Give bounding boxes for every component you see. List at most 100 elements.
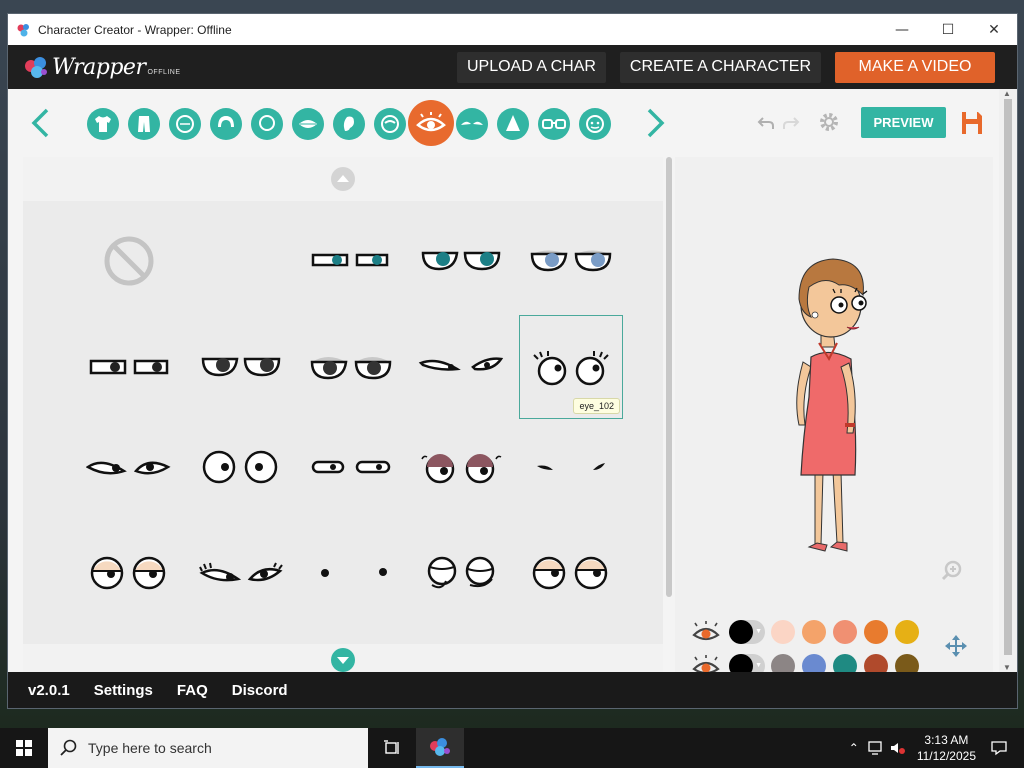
system-clock[interactable]: 3:13 AM 11/12/2025 bbox=[917, 732, 976, 764]
scroll-up-button[interactable] bbox=[331, 167, 355, 191]
faq-link[interactable]: FAQ bbox=[177, 682, 208, 699]
eye-preview-icon bbox=[310, 357, 392, 380]
task-view-icon bbox=[384, 740, 399, 754]
asset-none[interactable] bbox=[77, 209, 181, 313]
task-view-button[interactable] bbox=[368, 728, 416, 768]
notification-icon[interactable] bbox=[988, 737, 1010, 759]
asset-eye-wide[interactable] bbox=[189, 415, 293, 519]
asset-eye-102[interactable]: eye_102 bbox=[519, 315, 623, 419]
asset-eye-slit[interactable] bbox=[299, 415, 403, 519]
redo-icon[interactable] bbox=[782, 113, 800, 131]
asset-eye-spiral[interactable] bbox=[409, 521, 513, 625]
asset-eye-round-teal[interactable] bbox=[409, 209, 513, 313]
asset-panel: eye_102 bbox=[23, 157, 663, 672]
asset-eye-dot[interactable] bbox=[299, 521, 403, 625]
asset-eye-brown-lid[interactable] bbox=[409, 415, 513, 519]
gear-icon[interactable] bbox=[817, 110, 841, 134]
discord-link[interactable]: Discord bbox=[232, 682, 288, 699]
asset-eye-lashes[interactable] bbox=[189, 521, 293, 625]
chevron-left-icon[interactable] bbox=[29, 107, 51, 139]
asset-eye-rect-plain[interactable] bbox=[77, 315, 181, 419]
asset-eye-tiny-marks[interactable] bbox=[519, 415, 623, 519]
scroll-up-arrow-icon[interactable]: ▲ bbox=[1003, 89, 1011, 98]
category-nose[interactable] bbox=[497, 108, 529, 140]
undo-icon[interactable] bbox=[757, 113, 775, 131]
category-mouth[interactable] bbox=[292, 108, 324, 140]
color-swatch[interactable] bbox=[895, 620, 919, 644]
color-picker-dropdown[interactable]: ▼ bbox=[729, 654, 765, 674]
scroll-down-button[interactable] bbox=[331, 648, 355, 672]
upload-char-button[interactable]: UPLOAD A CHAR bbox=[456, 51, 606, 83]
taskbar-search[interactable]: Type here to search bbox=[48, 728, 368, 768]
color-swatch[interactable] bbox=[895, 654, 919, 674]
category-eyes[interactable] bbox=[408, 100, 454, 146]
network-icon[interactable] bbox=[865, 737, 887, 759]
zoom-icon[interactable] bbox=[941, 559, 963, 581]
color-picker-dropdown[interactable]: ▼ bbox=[729, 620, 765, 644]
make-video-button[interactable]: MAKE A VIDEO bbox=[835, 51, 995, 83]
chevron-up-icon[interactable]: ⌃ bbox=[843, 737, 865, 759]
title-bar: Character Creator - Wrapper: Offline — ☐… bbox=[8, 14, 1017, 45]
eye-preview-icon bbox=[533, 351, 609, 386]
color-swatch[interactable] bbox=[833, 620, 857, 644]
color-swatch[interactable] bbox=[802, 620, 826, 644]
color-swatch[interactable] bbox=[771, 654, 795, 674]
character-preview-pane: ▼ ▼ bbox=[675, 157, 993, 674]
save-icon[interactable] bbox=[961, 111, 983, 135]
settings-link[interactable]: Settings bbox=[94, 682, 153, 699]
asset-eye-almond[interactable] bbox=[77, 415, 181, 519]
move-arrows-icon[interactable] bbox=[943, 633, 969, 659]
scroll-top-bar bbox=[23, 157, 663, 201]
create-character-button[interactable]: CREATE A CHARACTER bbox=[619, 51, 821, 83]
asset-eye-round-blue[interactable] bbox=[519, 209, 623, 313]
volume-muted-icon[interactable] bbox=[887, 737, 909, 759]
eye-preview-icon bbox=[89, 359, 169, 375]
eye-color-icon bbox=[692, 621, 720, 641]
eye-icon bbox=[416, 112, 446, 132]
wrapper-logo[interactable]: Wrapper OFFLINE bbox=[24, 54, 181, 80]
wrapper-app-icon bbox=[17, 23, 29, 36]
category-hair[interactable] bbox=[210, 108, 242, 140]
taskbar-app-wrapper[interactable] bbox=[416, 728, 464, 768]
close-button[interactable]: ✕ bbox=[971, 14, 1017, 45]
color-swatch[interactable] bbox=[833, 654, 857, 674]
category-face-shape[interactable] bbox=[169, 108, 201, 140]
color-swatch[interactable] bbox=[771, 620, 795, 644]
color-swatch[interactable] bbox=[802, 654, 826, 674]
window-title: Character Creator - Wrapper: Offline bbox=[38, 22, 232, 37]
character-figure bbox=[796, 258, 868, 552]
asset-eye-peach-lid[interactable] bbox=[77, 521, 181, 625]
category-head[interactable] bbox=[251, 108, 283, 140]
color-swatch[interactable] bbox=[864, 654, 888, 674]
color-swatch[interactable] bbox=[864, 620, 888, 644]
eye-preview-icon bbox=[421, 251, 501, 271]
category-glasses[interactable] bbox=[538, 108, 570, 140]
chevron-down-icon: ▼ bbox=[755, 662, 762, 669]
start-button[interactable] bbox=[0, 728, 48, 768]
category-ear[interactable] bbox=[333, 108, 365, 140]
system-tray: ⌃ 3:13 AM 11/12/2025 bbox=[843, 728, 1024, 768]
asset-eye-round-dark[interactable] bbox=[189, 315, 293, 419]
window-scrollbar-thumb[interactable] bbox=[1004, 99, 1012, 655]
category-lower-body[interactable] bbox=[128, 108, 160, 140]
window-scrollbar[interactable]: ▲ ▼ bbox=[999, 89, 1017, 672]
maximize-button[interactable]: ☐ bbox=[925, 14, 971, 45]
scroll-down-arrow-icon[interactable]: ▼ bbox=[1003, 663, 1011, 672]
asset-eye-lidded-dark[interactable] bbox=[299, 315, 403, 419]
eye-preview-icon bbox=[311, 460, 391, 474]
category-facial-detail[interactable] bbox=[579, 108, 611, 140]
asset-eye-rect-teal[interactable] bbox=[299, 209, 403, 313]
preview-button[interactable]: PREVIEW bbox=[861, 107, 946, 138]
clock-time: 3:13 AM bbox=[924, 733, 969, 747]
category-brows[interactable] bbox=[456, 108, 488, 140]
eye-preview-icon bbox=[321, 568, 387, 577]
asset-eye-narrow[interactable] bbox=[409, 315, 513, 419]
asset-scrollbar[interactable] bbox=[665, 157, 673, 672]
category-eyebrows[interactable] bbox=[374, 108, 406, 140]
minimize-button[interactable]: — bbox=[879, 14, 925, 45]
category-upper-body[interactable] bbox=[87, 108, 119, 140]
asset-scrollbar-thumb[interactable] bbox=[666, 157, 672, 597]
eye-preview-icon bbox=[199, 562, 283, 582]
asset-eye-sleepy[interactable] bbox=[519, 521, 623, 625]
chevron-right-icon[interactable] bbox=[645, 107, 667, 139]
